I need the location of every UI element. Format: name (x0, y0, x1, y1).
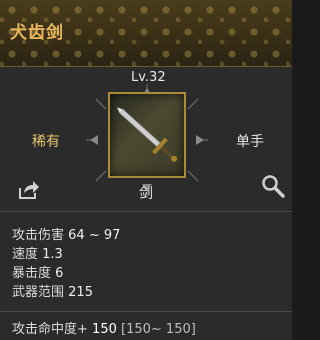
stat-value: 1.3 (42, 247, 63, 262)
stat-label: 速度 (12, 247, 39, 262)
sword-icon (116, 107, 178, 162)
accuracy-value: 150 (92, 322, 117, 337)
item-type: 剑 (139, 186, 153, 202)
stat-row-crit: 暴击度 6 (12, 264, 120, 283)
stat-row-speed: 速度 1.3 (12, 245, 120, 264)
divider (0, 311, 292, 312)
item-handedness: 单手 (236, 134, 264, 150)
stat-label: 武器范围 (12, 285, 65, 300)
item-header: 犬齿剑 (0, 0, 292, 67)
divider (0, 211, 292, 212)
stat-value: 215 (68, 285, 93, 300)
stat-value: 64 ~ 97 (68, 228, 121, 243)
stat-label: 暴击度 (12, 266, 52, 281)
magnifier-icon (262, 175, 285, 198)
search-button[interactable] (261, 174, 285, 198)
share-button[interactable] (17, 178, 41, 202)
accuracy-row: 攻击命中度+ 150 [150~ 150] (12, 318, 196, 337)
stat-label: 攻击伤害 (12, 228, 65, 243)
stat-row-range: 武器范围 215 (12, 283, 120, 302)
share-icon (19, 181, 39, 199)
stat-row-attack: 攻击伤害 64 ~ 97 (12, 226, 120, 245)
item-icon-box (108, 92, 186, 178)
accuracy-range: [150~ 150] (121, 322, 196, 337)
item-name: 犬齿剑 (10, 23, 64, 43)
stat-value: 6 (55, 266, 64, 281)
item-tooltip-panel: 犬齿剑 Lv.32 稀有 单手 剑 攻击伤害 64 ~ 97 速度 1.3 暴击… (0, 0, 292, 340)
item-level: Lv.32 (131, 70, 166, 85)
accuracy-label: 攻击命中度+ (12, 322, 88, 337)
item-rarity: 稀有 (32, 134, 60, 150)
stats-list: 攻击伤害 64 ~ 97 速度 1.3 暴击度 6 武器范围 215 (12, 226, 120, 302)
item-icon-frame[interactable] (108, 92, 186, 180)
